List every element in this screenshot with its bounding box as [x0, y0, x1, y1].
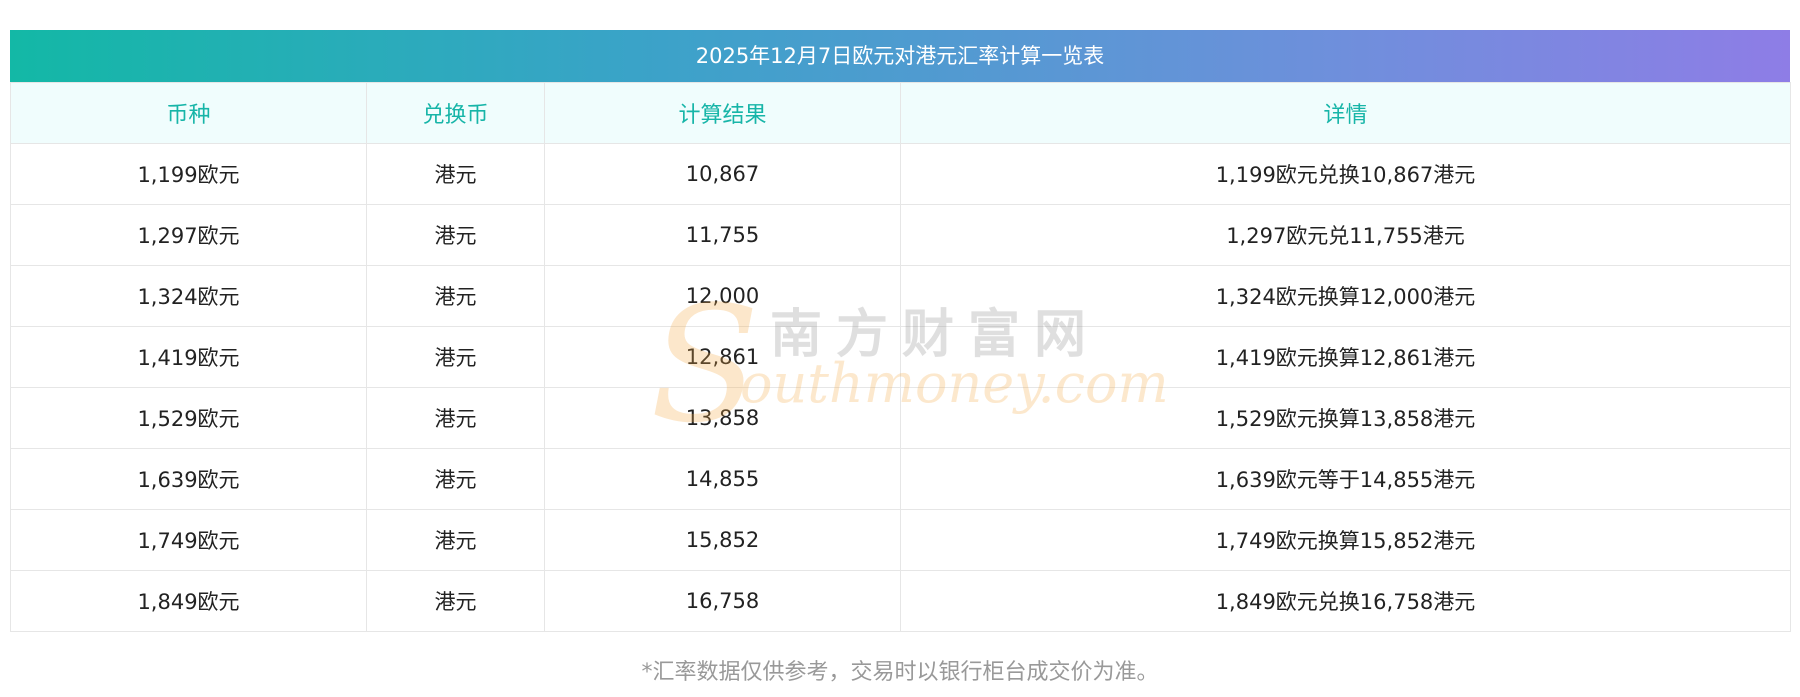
cell-currency: 1,324欧元	[10, 265, 367, 327]
table-row: 1,639欧元 港元 14,855 1,639欧元等于14,855港元	[10, 448, 1791, 510]
cell-result: 13,858	[544, 387, 901, 449]
cell-detail: 1,639欧元等于14,855港元	[900, 448, 1791, 510]
table-title: 2025年12月7日欧元对港元汇率计算一览表	[10, 30, 1790, 82]
cell-detail: 1,849欧元兑换16,758港元	[900, 570, 1791, 632]
cell-detail: 1,199欧元兑换10,867港元	[900, 143, 1791, 205]
table-row: 1,849欧元 港元 16,758 1,849欧元兑换16,758港元	[10, 570, 1791, 632]
table-row: 1,419欧元 港元 12,861 1,419欧元换算12,861港元	[10, 326, 1791, 388]
cell-detail: 1,297欧元兑11,755港元	[900, 204, 1791, 266]
cell-result: 12,861	[544, 326, 901, 388]
cell-detail: 1,749欧元换算15,852港元	[900, 509, 1791, 571]
cell-currency: 1,849欧元	[10, 570, 367, 632]
cell-currency: 1,297欧元	[10, 204, 367, 266]
cell-result: 16,758	[544, 570, 901, 632]
cell-currency: 1,639欧元	[10, 448, 367, 510]
header-result: 计算结果	[544, 82, 901, 144]
table-header-row: 币种 兑换币 计算结果 详情	[10, 82, 1791, 144]
cell-target: 港元	[366, 265, 545, 327]
table-row: 1,749欧元 港元 15,852 1,749欧元换算15,852港元	[10, 509, 1791, 571]
cell-target: 港元	[366, 509, 545, 571]
table-row: 1,529欧元 港元 13,858 1,529欧元换算13,858港元	[10, 387, 1791, 449]
cell-target: 港元	[366, 448, 545, 510]
header-detail: 详情	[900, 82, 1791, 144]
rate-table: 币种 兑换币 计算结果 详情 1,199欧元 港元 10,867 1,199欧元兑换1…	[10, 82, 1791, 632]
cell-result: 11,755	[544, 204, 901, 266]
rate-table-container: 2025年12月7日欧元对港元汇率计算一览表 币种 兑换币 计算结果 详情 1,…	[10, 30, 1791, 686]
cell-currency: 1,749欧元	[10, 509, 367, 571]
cell-result: 12,000	[544, 265, 901, 327]
table-row: 1,199欧元 港元 10,867 1,199欧元兑换10,867港元	[10, 143, 1791, 205]
cell-target: 港元	[366, 387, 545, 449]
table-row: 1,297欧元 港元 11,755 1,297欧元兑11,755港元	[10, 204, 1791, 266]
footnote: *汇率数据仅供参考，交易时以银行柜台成交价为准。	[641, 660, 1159, 685]
cell-result: 10,867	[544, 143, 901, 205]
cell-target: 港元	[366, 570, 545, 632]
cell-currency: 1,529欧元	[10, 387, 367, 449]
cell-target: 港元	[366, 326, 545, 388]
cell-currency: 1,199欧元	[10, 143, 367, 205]
cell-target: 港元	[366, 143, 545, 205]
cell-detail: 1,529欧元换算13,858港元	[900, 387, 1791, 449]
header-currency: 币种	[10, 82, 367, 144]
cell-detail: 1,324欧元换算12,000港元	[900, 265, 1791, 327]
cell-result: 15,852	[544, 509, 901, 571]
cell-target: 港元	[366, 204, 545, 266]
table-row: 1,324欧元 港元 12,000 1,324欧元换算12,000港元	[10, 265, 1791, 327]
header-target: 兑换币	[366, 82, 545, 144]
cell-detail: 1,419欧元换算12,861港元	[900, 326, 1791, 388]
cell-result: 14,855	[544, 448, 901, 510]
cell-currency: 1,419欧元	[10, 326, 367, 388]
